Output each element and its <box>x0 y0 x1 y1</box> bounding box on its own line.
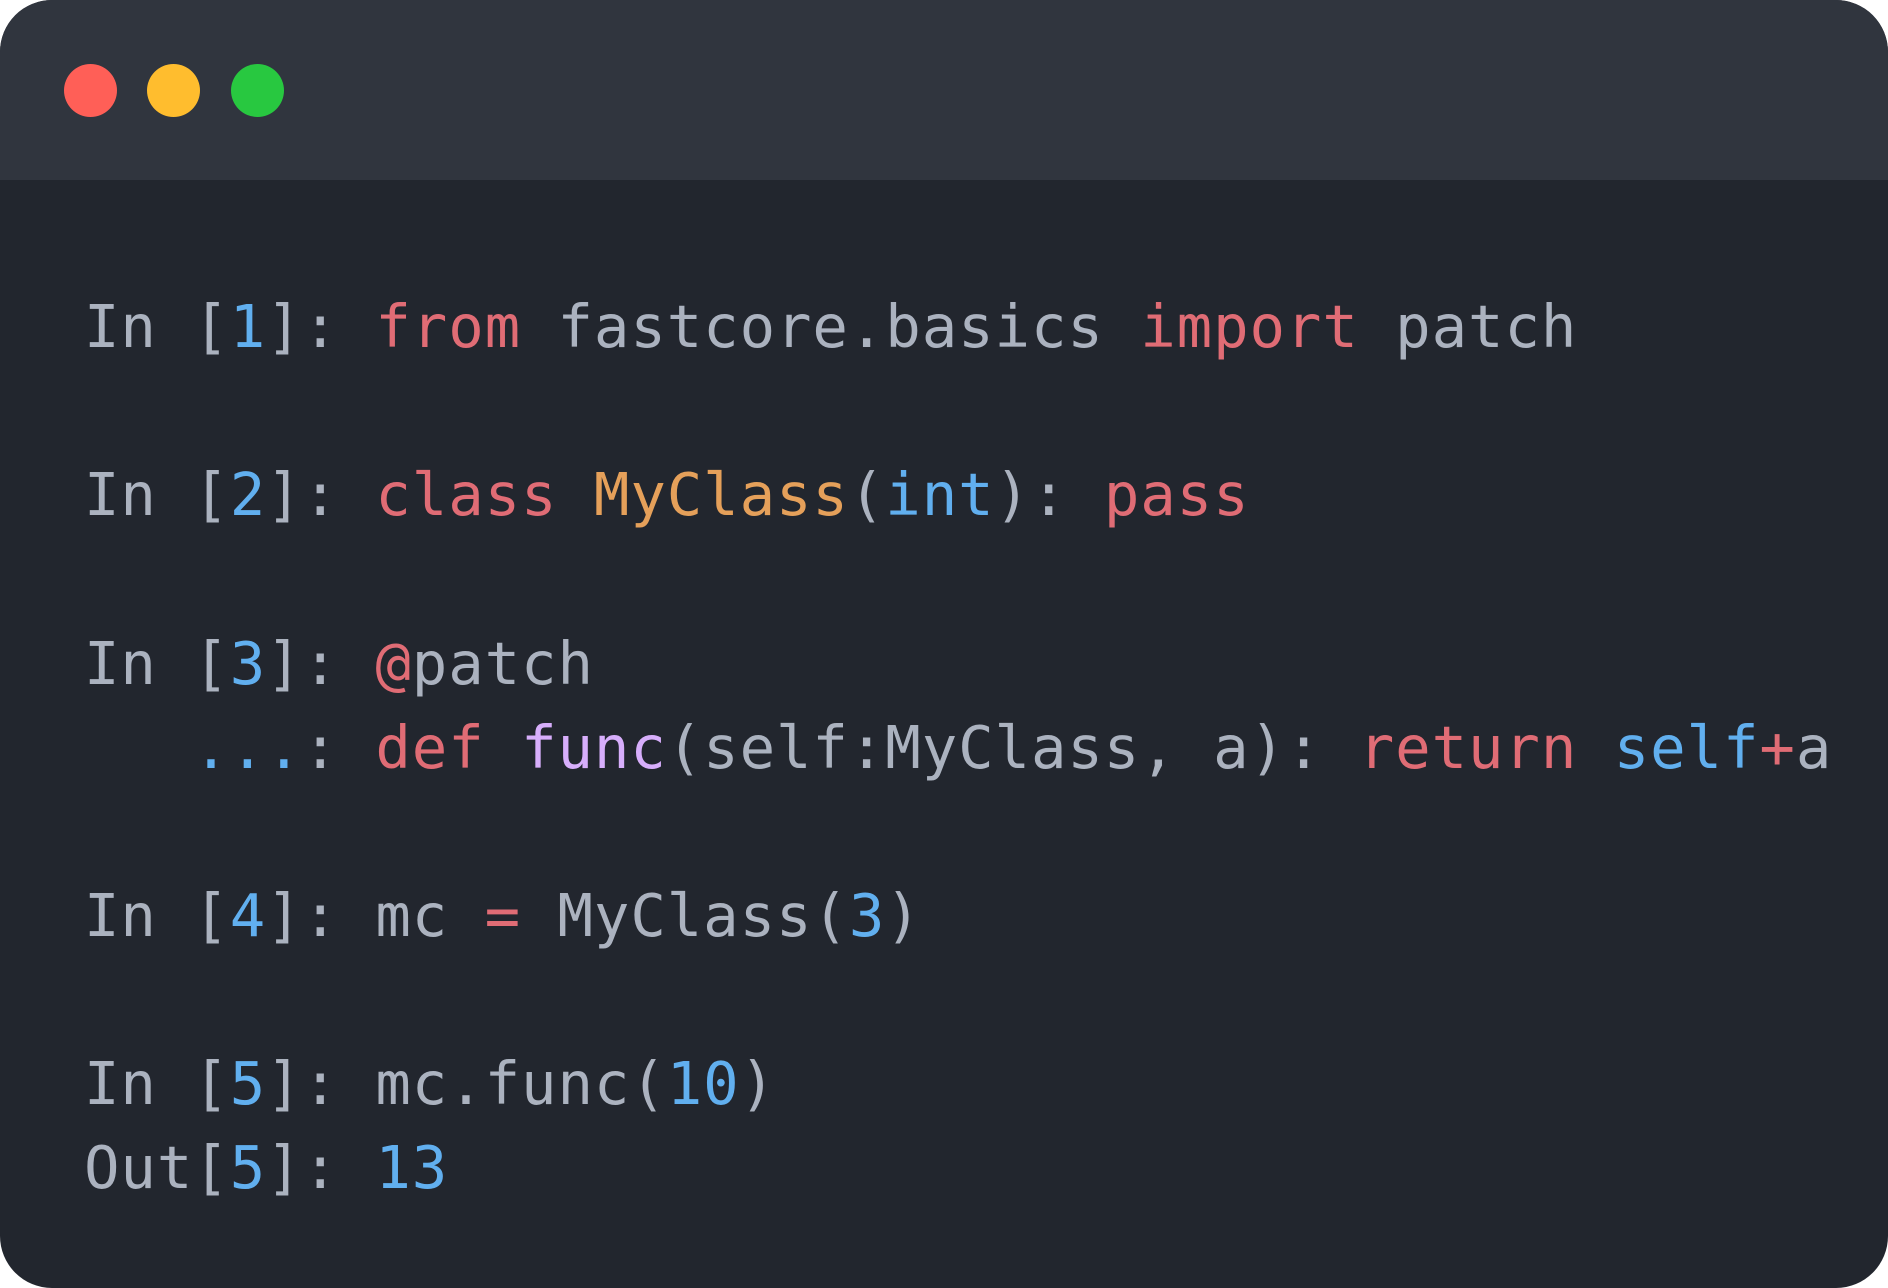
input-line-1: In [1]: from fastcore.basics import patc… <box>84 285 1577 369</box>
input-line-3: In [3]: @patch <box>84 622 594 706</box>
module-name: fastcore.basics <box>521 292 1141 361</box>
function-name: func <box>521 713 667 782</box>
constructor-call: MyClass( <box>521 881 849 950</box>
keyword-import: import <box>1140 292 1359 361</box>
input-number: 4 <box>229 881 267 950</box>
number-literal: 10 <box>666 1049 740 1118</box>
terminal-window: In [1]: from fastcore.basics import patc… <box>0 0 1888 1288</box>
method-call: mc.func( <box>375 1049 667 1118</box>
input-line-5: In [5]: mc.func(10) <box>84 1042 776 1126</box>
paren-open: ( <box>848 460 886 529</box>
paren-close: ) <box>739 1049 777 1118</box>
input-line-4: In [4]: mc = MyClass(3) <box>84 874 922 958</box>
paren-close: ): <box>994 460 1104 529</box>
input-number: 5 <box>229 1049 267 1118</box>
decorator-at: @ <box>375 629 412 698</box>
input-prompt-end: ]: <box>266 881 376 950</box>
keyword-def: def <box>375 713 485 782</box>
input-prompt-end: ]: <box>266 1049 376 1118</box>
maximize-button[interactable] <box>231 64 284 117</box>
output-prompt: Out[ <box>84 1133 230 1202</box>
number-literal: 3 <box>848 881 886 950</box>
input-number: 2 <box>229 460 267 529</box>
keyword-return: return <box>1358 713 1578 782</box>
keyword-pass: pass <box>1103 460 1250 529</box>
output-value: 13 <box>375 1133 449 1202</box>
input-prompt-end: ]: <box>266 460 376 529</box>
ipython-session: In [1]: from fastcore.basics import patc… <box>0 180 1888 1288</box>
input-prompt: In [ <box>84 881 230 950</box>
input-prompt-end: ]: <box>266 292 376 361</box>
continuation-dots: ... <box>84 713 303 782</box>
keyword-class: class <box>375 460 558 529</box>
class-name: MyClass <box>593 460 849 529</box>
variable-a: a <box>1795 713 1833 782</box>
decorator-name: patch <box>411 629 594 698</box>
imported-name: patch <box>1358 292 1578 361</box>
assign-operator: = <box>484 881 522 950</box>
input-prompt: In [ <box>84 292 230 361</box>
paren-close: ) <box>885 881 922 950</box>
minimize-button[interactable] <box>147 64 200 117</box>
input-number: 3 <box>229 629 267 698</box>
input-number: 1 <box>229 292 267 361</box>
plus-operator: + <box>1759 713 1796 782</box>
variable-mc: mc <box>375 881 485 950</box>
continuation-colon: : <box>302 713 376 782</box>
base-class: int <box>885 460 995 529</box>
close-button[interactable] <box>64 64 117 117</box>
function-args: (self:MyClass, a): <box>666 713 1359 782</box>
continuation-line-3: ...: def func(self:MyClass, a): return s… <box>84 706 1832 790</box>
output-line-5: Out[5]: 13 <box>84 1126 448 1210</box>
title-bar <box>0 0 1888 180</box>
keyword-from: from <box>375 292 522 361</box>
output-prompt-end: ]: <box>266 1133 376 1202</box>
output-number: 5 <box>229 1133 267 1202</box>
input-prompt: In [ <box>84 629 230 698</box>
input-prompt: In [ <box>84 1049 230 1118</box>
self-keyword: self <box>1613 713 1760 782</box>
input-prompt-end: ]: <box>266 629 376 698</box>
input-line-2: In [2]: class MyClass(int): pass <box>84 453 1250 537</box>
input-prompt: In [ <box>84 460 230 529</box>
